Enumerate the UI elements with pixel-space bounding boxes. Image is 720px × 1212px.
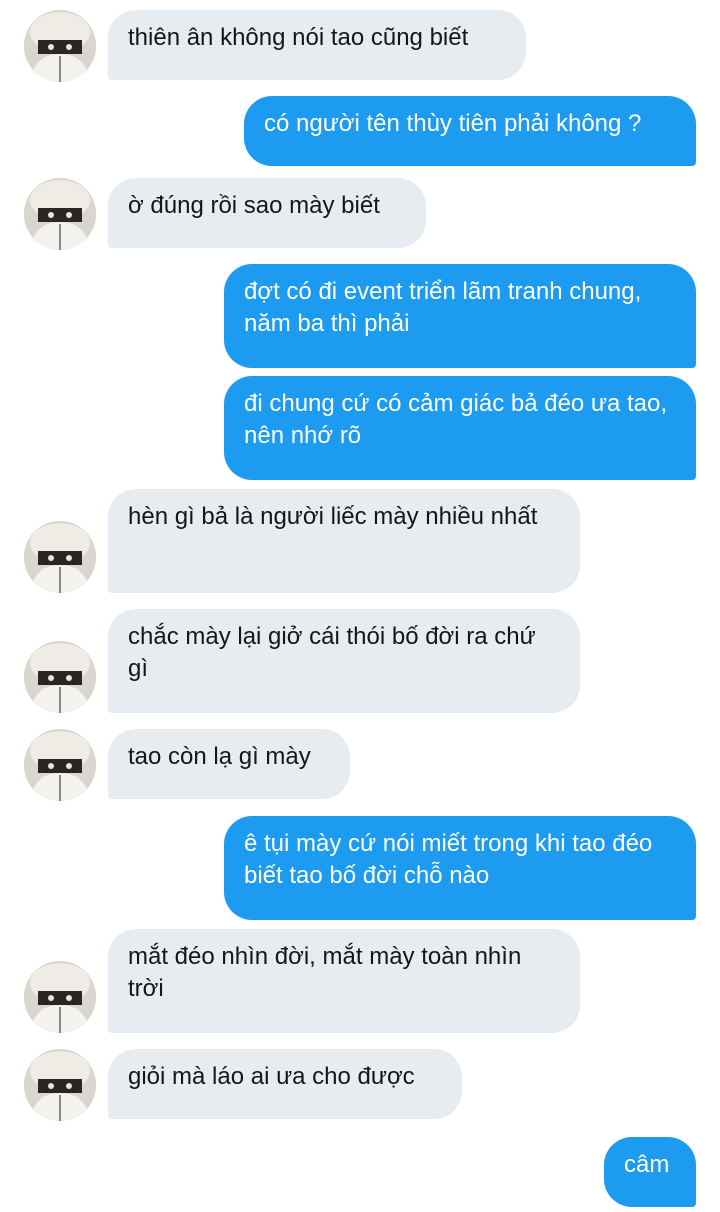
message-bubble[interactable]: thiên ân không nói tao cũng biết [108, 10, 526, 80]
avatar-icon [24, 521, 96, 593]
message-bubble[interactable]: đi chung cứ có cảm giác bả đéo ưa tao, n… [224, 376, 696, 480]
message-bubble[interactable]: tao còn lạ gì mày [108, 729, 350, 799]
message-bubble[interactable]: giỏi mà láo ai ưa cho được [108, 1049, 462, 1119]
avatar[interactable] [24, 521, 96, 593]
avatar[interactable] [24, 1049, 96, 1121]
message-bubble[interactable]: đợt có đi event triển lãm tranh chung, n… [224, 264, 696, 368]
message-bubble[interactable]: chắc mày lại giở cái thói bố đời ra chứ … [108, 609, 580, 713]
avatar[interactable] [24, 729, 96, 801]
avatar-icon [24, 729, 96, 801]
message-bubble[interactable]: mắt đéo nhìn đời, mắt mày toàn nhìn trời [108, 929, 580, 1033]
avatar-icon [24, 641, 96, 713]
avatar-icon [24, 1049, 96, 1121]
message-bubble[interactable]: ờ đúng rồi sao mày biết [108, 178, 426, 248]
message-bubble[interactable]: hèn gì bả là người liếc mày nhiều nhất [108, 489, 580, 593]
avatar-icon [24, 961, 96, 1033]
avatar-icon [24, 178, 96, 250]
avatar-icon [24, 10, 96, 82]
message-thread: thiên ân không nói tao cũng biết có ngườ… [0, 0, 720, 1212]
avatar[interactable] [24, 10, 96, 82]
avatar[interactable] [24, 961, 96, 1033]
message-bubble[interactable]: câm [604, 1137, 696, 1207]
message-bubble[interactable]: có người tên thùy tiên phải không ? [244, 96, 696, 166]
message-bubble[interactable]: ê tụi mày cứ nói miết trong khi tao đéo … [224, 816, 696, 920]
avatar[interactable] [24, 178, 96, 250]
avatar[interactable] [24, 641, 96, 713]
